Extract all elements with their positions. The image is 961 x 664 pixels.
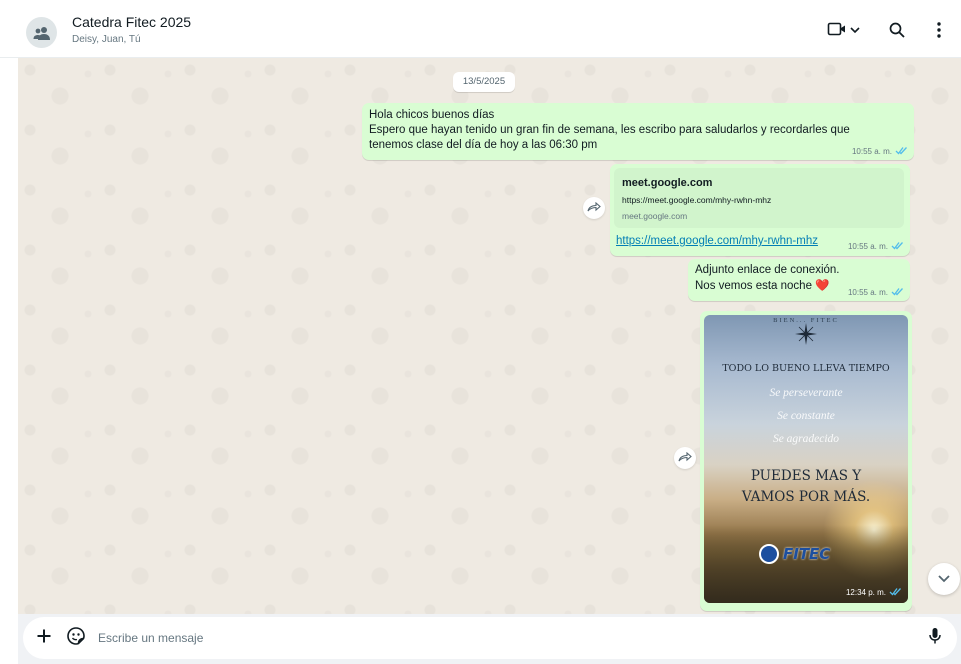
link-preview-title: meet.google.com	[622, 177, 713, 189]
search-icon	[888, 21, 906, 44]
message-bubble[interactable]: Hola chicos buenos días Espero que hayan…	[362, 103, 914, 160]
message-time: 10:55 a. m.	[851, 147, 892, 156]
chat-title[interactable]: Catedra Fitec 2025	[72, 14, 191, 30]
fitec-logo: FITEC	[759, 543, 854, 565]
video-call-icon	[827, 21, 849, 42]
link-preview-domain: meet.google.com	[622, 211, 688, 221]
forward-button[interactable]	[674, 447, 696, 469]
scroll-to-bottom-button[interactable]	[928, 563, 960, 595]
more-options-button[interactable]	[928, 19, 950, 45]
message-meta: 10:55 a. m.	[852, 146, 908, 157]
link-preview-card[interactable]: meet.google.com https://meet.google.com/…	[614, 168, 904, 228]
participants-list[interactable]: Deisy, Juan, Tú	[72, 34, 141, 45]
message-meta: 12:34 p. m.	[846, 587, 902, 598]
image-message-bubble[interactable]: BIEN... FITEC TODO LO BUENO LLEVA TIEMPO…	[700, 311, 912, 611]
motivational-image[interactable]: BIEN... FITEC TODO LO BUENO LLEVA TIEMPO…	[704, 315, 908, 603]
message-text-line: Espero que hayan tenido un gran fin de s…	[369, 124, 850, 136]
image-script-line: Se agradecido	[772, 433, 840, 445]
chevron-down-icon	[849, 22, 861, 40]
message-text-line: Adjunto enlace de conexión.	[695, 264, 840, 276]
forward-icon	[587, 199, 601, 217]
meeting-link[interactable]: https://meet.google.com/mhy-rwhn-mhz	[616, 235, 818, 247]
message-list[interactable]: 13/5/2025 Hola chicos buenos días Espero…	[18, 58, 961, 614]
plus-icon	[36, 628, 52, 649]
message-text-line: Hola chicos buenos días	[369, 109, 495, 121]
forward-icon	[678, 449, 692, 467]
globe-logo-icon	[759, 544, 779, 564]
compass-star-icon	[795, 323, 817, 345]
group-avatar-icon[interactable]	[26, 17, 57, 48]
link-preview-description: https://meet.google.com/mhy-rwhn-mhz	[622, 195, 772, 205]
fitec-logo-text: FITEC	[783, 545, 831, 563]
composer	[23, 617, 957, 659]
message-meta: 10:55 a. m.	[848, 241, 904, 252]
voice-message-button[interactable]	[923, 626, 947, 650]
link-message-bubble[interactable]: meet.google.com https://meet.google.com/…	[610, 164, 910, 256]
message-bubble[interactable]: Adjunto enlace de conexión. Nos vemos es…	[688, 259, 910, 301]
emoji-sticker-button[interactable]	[64, 626, 88, 650]
message-input[interactable]	[98, 628, 878, 648]
forward-button[interactable]	[583, 197, 605, 219]
date-chip: 13/5/2025	[453, 72, 515, 92]
image-script-line: Se perseverante	[769, 387, 843, 399]
double-check-icon	[889, 587, 902, 598]
composer-bar	[18, 614, 961, 664]
search-button[interactable]	[884, 19, 910, 45]
video-call-button[interactable]	[824, 20, 864, 42]
message-meta: 10:55 a. m.	[848, 287, 904, 298]
double-check-icon	[891, 241, 904, 252]
image-big-line: PUEDES MAS Y	[750, 468, 862, 484]
attach-button[interactable]	[32, 626, 56, 650]
more-options-icon	[936, 21, 942, 44]
window-edge	[0, 0, 18, 664]
image-headline: TODO LO BUENO LLEVA TIEMPO	[722, 363, 890, 374]
chat-header: Catedra Fitec 2025 Deisy, Juan, Tú	[0, 0, 961, 58]
message-time: 10:55 a. m.	[847, 242, 888, 251]
image-script-line: Se constante	[777, 410, 835, 422]
message-time: 12:34 p. m.	[845, 588, 886, 597]
microphone-icon	[928, 627, 942, 650]
double-check-icon	[895, 146, 908, 157]
emoji-icon	[66, 626, 86, 651]
message-time: 10:55 a. m.	[847, 288, 888, 297]
message-text-line: Nos vemos esta noche ❤️	[695, 280, 830, 292]
image-big-line: VAMOS POR MÁS.	[741, 489, 871, 505]
chevron-down-icon	[937, 570, 951, 588]
message-text-line: tenemos clase del día de hoy a las 06:30…	[369, 139, 598, 151]
double-check-icon	[891, 287, 904, 298]
